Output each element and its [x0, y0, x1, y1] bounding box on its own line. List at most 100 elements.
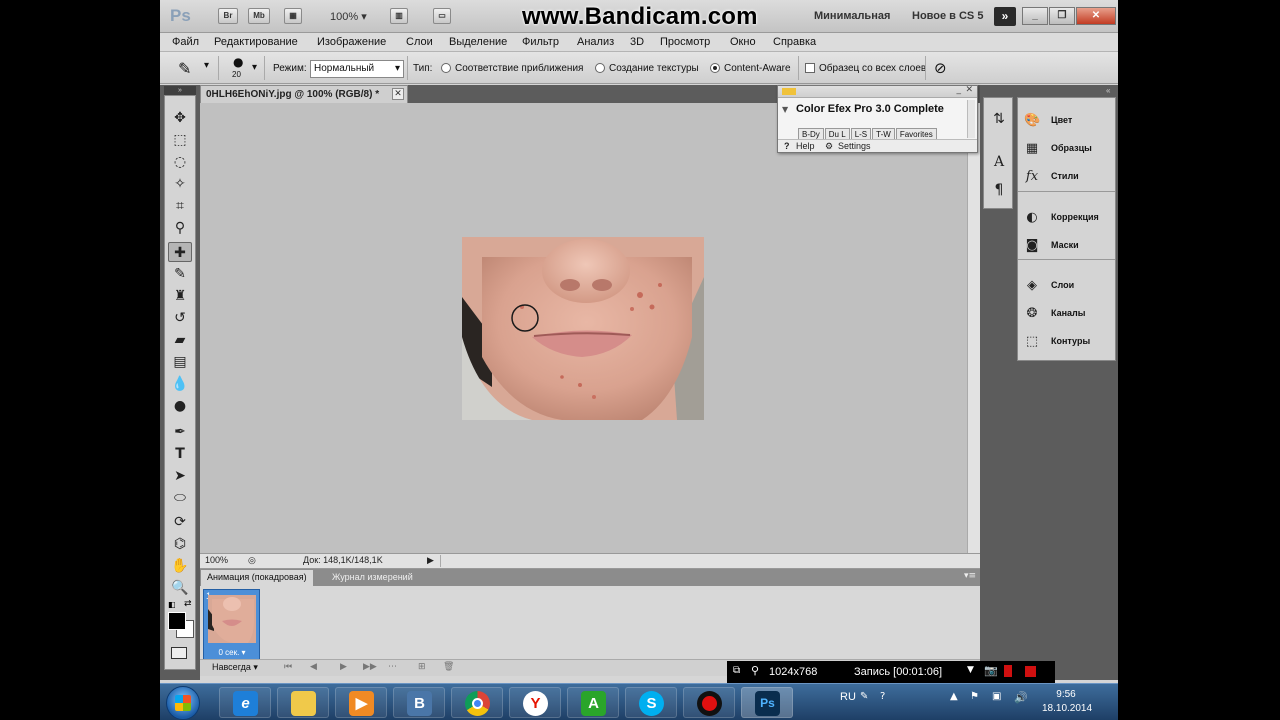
- settings-icon[interactable]: ⚙: [825, 141, 833, 152]
- prev-frame-icon[interactable]: ◀: [310, 662, 317, 672]
- start-button[interactable]: [166, 686, 200, 720]
- pressure-size-icon[interactable]: ⊘: [934, 59, 947, 77]
- collapse-triangle-icon[interactable]: ▼: [782, 105, 788, 114]
- menu-help[interactable]: Справка: [773, 36, 816, 48]
- swap-colors-icon[interactable]: ⇄: [184, 599, 192, 609]
- tool-preset-dropdown[interactable]: ▾: [204, 60, 209, 71]
- close-document-icon[interactable]: ✕: [392, 88, 404, 100]
- paths-panel-item[interactable]: ⬚ Контуры: [1022, 331, 1114, 353]
- zoom-level-select[interactable]: 100% ▾: [330, 10, 367, 23]
- eraser-tool-icon[interactable]: ▰: [168, 330, 192, 350]
- eyedropper-tool-icon[interactable]: ⚲: [168, 218, 192, 238]
- adjustments-panel-item[interactable]: ◐ Коррекция: [1022, 207, 1114, 229]
- toolbox-collapse-icon[interactable]: »: [164, 86, 196, 95]
- clock[interactable]: 9:56 18.10.2014: [1042, 688, 1092, 716]
- channels-panel-item[interactable]: ❂ Каналы: [1022, 303, 1114, 325]
- stop-icon[interactable]: [1025, 666, 1036, 677]
- gradient-tool-icon[interactable]: ▤: [168, 352, 192, 372]
- dodge-tool-icon[interactable]: ●: [168, 396, 192, 416]
- type-tool-icon[interactable]: T: [168, 444, 192, 464]
- history-brush-tool-icon[interactable]: ↺: [168, 308, 192, 328]
- quick-select-tool-icon[interactable]: ✧: [168, 174, 192, 194]
- create-texture-radio[interactable]: [595, 63, 605, 73]
- brush-tip-icon[interactable]: ●: [233, 55, 243, 69]
- menu-view[interactable]: Просмотр: [660, 36, 710, 48]
- more-workspaces-button[interactable]: »: [994, 7, 1016, 26]
- language-indicator[interactable]: RU: [840, 691, 856, 703]
- mode-select[interactable]: Нормальный ▾: [310, 60, 404, 78]
- help-link[interactable]: Help: [796, 141, 815, 151]
- screen-mode-icon[interactable]: ▭: [433, 8, 451, 24]
- settings-link[interactable]: Settings: [838, 141, 871, 151]
- panel-menu-icon[interactable]: ▾≡: [964, 571, 976, 581]
- status-zoom[interactable]: 100%: [205, 555, 228, 565]
- color-efex-scrollbar[interactable]: [967, 100, 975, 138]
- document-tab[interactable]: 0HLH6EhONiY.jpg @ 100% (RGB/8) * ✕: [200, 85, 408, 103]
- tab-measurement-log[interactable]: Журнал измерений: [326, 570, 419, 586]
- taskbar-skype[interactable]: S: [625, 687, 677, 718]
- panel-minimize-icon[interactable]: _: [957, 85, 962, 95]
- clone-stamp-tool-icon[interactable]: ♜: [168, 286, 192, 306]
- marquee-tool-icon[interactable]: ⬚: [168, 130, 192, 150]
- delete-frame-icon[interactable]: 🗑: [443, 662, 454, 672]
- minimize-button[interactable]: _: [1022, 7, 1048, 25]
- brush-tool-icon[interactable]: ✎: [168, 264, 192, 284]
- tab-animation-frames[interactable]: Анимация (покадровая): [201, 570, 313, 586]
- paragraph-panel-icon[interactable]: ¶: [988, 179, 1010, 201]
- horizontal-scrollbar[interactable]: [440, 555, 964, 567]
- menu-3d[interactable]: 3D: [630, 36, 644, 48]
- history-panel-icon[interactable]: ⇅: [988, 108, 1010, 130]
- camera-icon[interactable]: 📷: [984, 664, 998, 677]
- lasso-tool-icon[interactable]: ◌: [168, 152, 192, 172]
- sample-all-layers-checkbox[interactable]: [805, 63, 815, 73]
- workspace-new-in-cs5[interactable]: Новое в CS 5: [912, 10, 983, 22]
- restore-button[interactable]: ❐: [1049, 7, 1075, 25]
- tween-icon[interactable]: ⋯: [388, 662, 397, 672]
- default-colors-icon[interactable]: ◧: [168, 600, 176, 609]
- menu-filter[interactable]: Фильтр: [522, 36, 559, 48]
- bridge-button[interactable]: Br: [218, 8, 238, 24]
- panel-collapse-icon[interactable]: «: [1106, 86, 1110, 95]
- swatches-panel-item[interactable]: ▦ Образцы: [1022, 138, 1114, 160]
- pen-tool-icon[interactable]: ✒: [168, 422, 192, 442]
- menu-select[interactable]: Выделение: [449, 36, 507, 48]
- next-frame-icon[interactable]: ▶▶: [363, 662, 377, 672]
- frame-delay[interactable]: 0 сек. ▾: [204, 648, 260, 657]
- color-efex-panel-header[interactable]: _ ✕: [778, 85, 977, 98]
- spot-healing-brush-icon[interactable]: ✎: [178, 59, 191, 78]
- arrange-documents-icon[interactable]: ▥: [390, 8, 408, 24]
- masks-panel-item[interactable]: ◙ Маски: [1022, 235, 1114, 257]
- path-select-tool-icon[interactable]: ➤: [168, 466, 192, 486]
- taskbar-explorer[interactable]: [277, 687, 329, 718]
- taskbar-yandex[interactable]: Y: [509, 687, 561, 718]
- move-tool-icon[interactable]: ✥: [168, 108, 192, 128]
- quick-mask-icon[interactable]: [171, 647, 187, 659]
- content-aware-radio[interactable]: [710, 63, 720, 73]
- proximity-match-radio[interactable]: [441, 63, 451, 73]
- bandicam-collapse-icon[interactable]: ▼: [967, 665, 974, 675]
- menu-image[interactable]: Изображение: [317, 36, 386, 48]
- taskbar-app-a[interactable]: A: [567, 687, 619, 718]
- taskbar-ie[interactable]: e: [219, 687, 271, 718]
- panel-close-icon[interactable]: ✕: [965, 85, 973, 95]
- 3d-orbit-tool-icon[interactable]: ⌬: [168, 534, 192, 554]
- play-icon[interactable]: ▶: [340, 662, 347, 672]
- taskbar-media[interactable]: ▶: [335, 687, 387, 718]
- menu-window[interactable]: Окно: [730, 36, 756, 48]
- loop-select[interactable]: Навсегда ▾: [212, 662, 258, 673]
- mini-bridge-button[interactable]: Mb: [248, 8, 270, 24]
- status-icon[interactable]: ◎: [248, 555, 256, 566]
- taskbar-vk[interactable]: B: [393, 687, 445, 718]
- close-button[interactable]: ✕: [1076, 7, 1116, 25]
- foreground-color-swatch[interactable]: [168, 612, 186, 630]
- animation-frame[interactable]: 1 0 сек. ▾: [203, 589, 260, 661]
- view-extras-icon[interactable]: ▦: [284, 8, 302, 24]
- crop-tool-icon[interactable]: ⌗: [168, 196, 192, 216]
- first-frame-icon[interactable]: ⏮: [284, 662, 292, 672]
- taskbar-chrome[interactable]: [451, 687, 503, 718]
- blur-tool-icon[interactable]: 💧: [168, 374, 192, 394]
- taskbar-bandicam[interactable]: [683, 687, 735, 718]
- vertical-scrollbar[interactable]: [967, 103, 980, 553]
- keyboard-icon[interactable]: ✎: [860, 691, 868, 702]
- menu-file[interactable]: Файл: [172, 36, 199, 48]
